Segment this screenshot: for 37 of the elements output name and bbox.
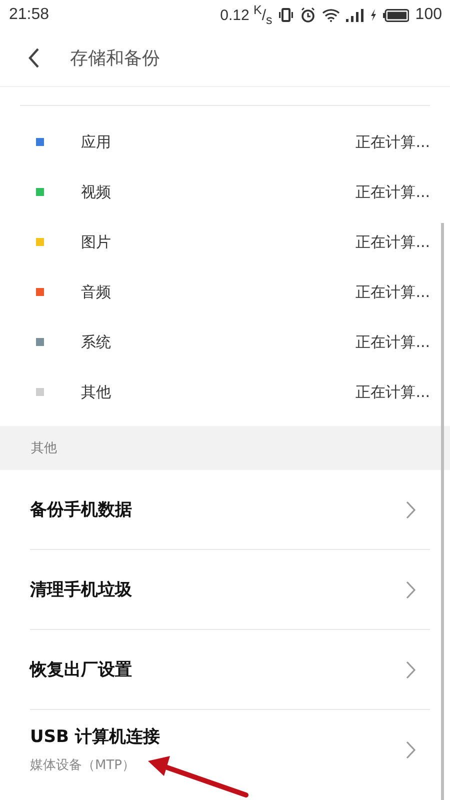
storage-label: 系统 (81, 332, 112, 352)
storage-label: 应用 (81, 132, 112, 152)
chevron-icon (406, 580, 416, 598)
storage-value: 正在计算... (356, 282, 430, 302)
storage-value: 正在计算... (356, 132, 430, 152)
screen-title: 存储和备份 (70, 47, 160, 70)
settings-item[interactable]: 备份手机数据 (30, 470, 430, 550)
charging-icon (370, 9, 378, 21)
storage-value: 正在计算... (356, 182, 430, 202)
storage-value: 正在计算... (356, 382, 430, 402)
item-label: 恢复出厂设置 (30, 659, 133, 681)
network-speed: 0.12 $^{K}$/$_{s}$ (220, 3, 272, 27)
item-label: 备份手机数据 (30, 499, 133, 521)
storage-value: 正在计算... (356, 232, 430, 252)
battery-icon (383, 8, 410, 22)
item-subtitle: 媒体设备（MTP） (30, 757, 136, 774)
battery-level: 100 (415, 6, 442, 24)
section-title: 其他 (31, 440, 57, 457)
item-label: USB 计算机连接 (30, 726, 161, 748)
item-label: 清理手机垃圾 (30, 579, 133, 601)
settings-item[interactable]: 恢复出厂设置 (30, 630, 430, 710)
chevron-icon (406, 660, 416, 678)
status-time: 21:58 (9, 6, 50, 24)
storage-label: 音频 (81, 282, 112, 302)
chevron-icon (406, 500, 416, 518)
storage-label: 其他 (81, 382, 112, 402)
chevron-icon (406, 740, 416, 758)
storage-value: 正在计算... (356, 332, 430, 352)
alarm-icon (300, 7, 316, 23)
storage-label: 视频 (81, 182, 112, 202)
settings-item[interactable]: USB 计算机连接 媒体设备（MTP） (30, 710, 430, 789)
back-icon (28, 48, 40, 68)
signal-icon (346, 8, 364, 22)
vibrate-icon (278, 8, 294, 22)
wifi-icon (322, 8, 340, 22)
storage-label: 图片 (81, 232, 112, 252)
settings-item[interactable]: 清理手机垃圾 (30, 550, 430, 630)
